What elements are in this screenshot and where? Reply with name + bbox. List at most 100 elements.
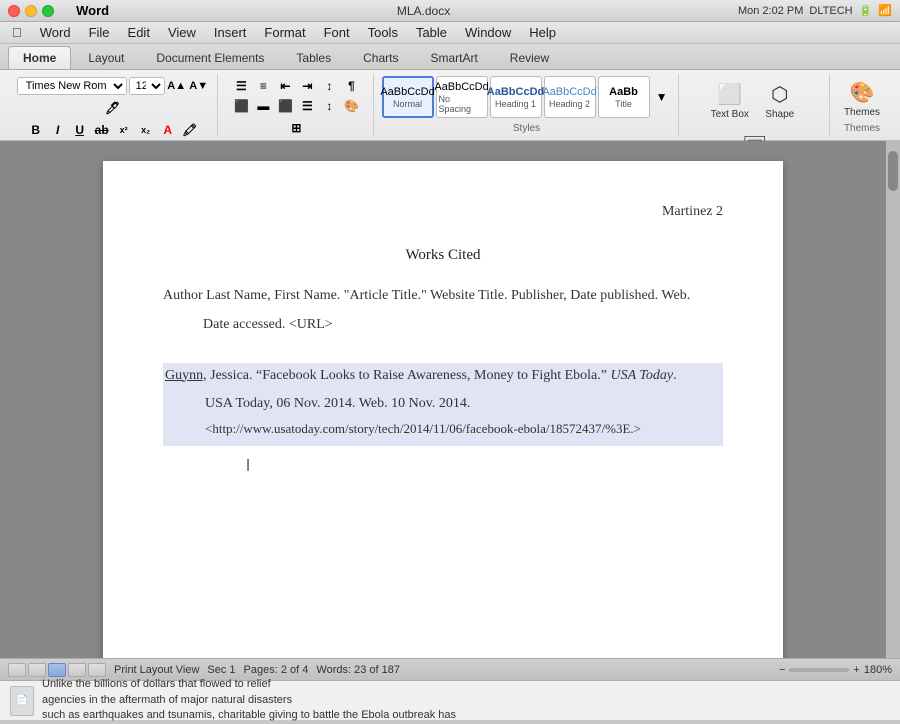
- shading-button[interactable]: 🎨: [341, 96, 361, 116]
- tab-smartart[interactable]: SmartArt: [415, 46, 492, 69]
- underline-button[interactable]: U: [70, 120, 90, 140]
- maximize-button[interactable]: [42, 5, 54, 17]
- text-box-icon: ⬜: [717, 82, 742, 107]
- tab-review[interactable]: Review: [495, 46, 564, 69]
- close-button[interactable]: [8, 5, 20, 17]
- username: DLTECH: [809, 5, 852, 17]
- font-color-button[interactable]: A: [158, 120, 178, 140]
- italic-button[interactable]: I: [48, 120, 68, 140]
- menu-edit[interactable]: Edit: [120, 23, 158, 42]
- indent-decrease-button[interactable]: ⇤: [275, 76, 295, 96]
- style-heading1-preview: AaBbCcDd: [487, 86, 544, 98]
- superscript-button[interactable]: x²: [114, 120, 134, 140]
- menu-window[interactable]: Window: [457, 23, 519, 42]
- words-label: Words: 23 of 187: [316, 664, 400, 676]
- ribbon-tabs: Home Layout Document Elements Tables Cha…: [0, 44, 900, 70]
- increase-font-size-button[interactable]: A▲: [167, 76, 187, 96]
- minimize-button[interactable]: [25, 5, 37, 17]
- styles-more-button[interactable]: ▼: [652, 87, 672, 107]
- style-heading2-label: Heading 2: [549, 99, 590, 109]
- bottom-panel-text: Unlike the billions of dollars that flow…: [42, 677, 456, 723]
- ribbon-group-styles: AaBbCcDd Normal AaBbCcDd No Spacing AaBb…: [376, 74, 679, 136]
- menu-view[interactable]: View: [160, 23, 204, 42]
- view-btn-2[interactable]: [28, 663, 46, 677]
- style-heading2[interactable]: AaBbCcDd Heading 2: [544, 76, 596, 118]
- numbering-button[interactable]: ≡: [253, 76, 273, 96]
- menu-font[interactable]: Font: [316, 23, 358, 42]
- tab-home[interactable]: Home: [8, 46, 71, 69]
- paragraph-controls-bottom: ⬛ ▬ ⬛ ☰ ↕ 🎨 ⊞: [226, 96, 366, 138]
- strikethrough-button[interactable]: ab: [92, 120, 112, 140]
- tab-layout[interactable]: Layout: [73, 46, 139, 69]
- line-spacing-button[interactable]: ↕: [319, 96, 339, 116]
- menu-file[interactable]: File: [81, 23, 118, 42]
- style-normal-preview: AaBbCcDd: [380, 86, 434, 98]
- citation-template-line1: Author Last Name, First Name. "Article T…: [163, 285, 723, 307]
- page-title: Works Cited: [163, 243, 723, 267]
- decrease-font-size-button[interactable]: A▼: [189, 76, 209, 96]
- menu-help[interactable]: Help: [521, 23, 564, 42]
- tab-tables[interactable]: Tables: [281, 46, 346, 69]
- font-format-buttons: B I U ab x² x₂ A 🖍: [26, 120, 200, 140]
- bold-button[interactable]: B: [26, 120, 46, 140]
- bullets-button[interactable]: ☰: [231, 76, 251, 96]
- indent-increase-button[interactable]: ⇥: [297, 76, 317, 96]
- style-no-spacing-label: No Spacing: [439, 94, 485, 114]
- citation1-author-underline: Guynn,: [165, 368, 207, 383]
- align-justify-button[interactable]: ☰: [297, 96, 317, 116]
- show-formatting-button[interactable]: ¶: [341, 76, 361, 96]
- shape-label: Shape: [765, 109, 794, 120]
- themes-group-label: Themes: [844, 123, 880, 134]
- menu-word[interactable]: Word: [32, 23, 79, 42]
- datetime: Mon 2:02 PM: [738, 5, 803, 17]
- zoom-slider[interactable]: [789, 668, 849, 672]
- document-page: Martinez 2 Works Cited Author Last Name,…: [103, 161, 783, 658]
- zoom-out-icon[interactable]: −: [779, 664, 785, 676]
- style-heading2-preview: AaBbCcDd: [542, 86, 596, 98]
- font-size-select[interactable]: 12: [129, 77, 165, 95]
- style-title[interactable]: AaBb Title: [598, 76, 650, 118]
- view-label: Print Layout View: [114, 664, 199, 676]
- view-btn-1[interactable]: [8, 663, 26, 677]
- zoom-in-icon[interactable]: +: [853, 664, 859, 676]
- tab-charts[interactable]: Charts: [348, 46, 413, 69]
- right-scrollbar[interactable]: [886, 141, 900, 658]
- menu-table[interactable]: Table: [408, 23, 455, 42]
- menu-insert[interactable]: Insert: [206, 23, 255, 42]
- menu-apple[interactable]: : [4, 23, 30, 42]
- font-family-select[interactable]: Times New Roman: [17, 77, 127, 95]
- view-btn-5[interactable]: [88, 663, 106, 677]
- style-no-spacing[interactable]: AaBbCcDd No Spacing: [436, 76, 488, 118]
- align-left-button[interactable]: ⬛: [231, 96, 251, 116]
- bottom-panel: 📄 Unlike the billions of dollars that fl…: [0, 680, 900, 720]
- tab-document-elements[interactable]: Document Elements: [141, 46, 279, 69]
- shape-button[interactable]: ⬡ Shape: [756, 76, 804, 126]
- menu-format[interactable]: Format: [256, 23, 313, 42]
- sort-button[interactable]: ↕: [319, 76, 339, 96]
- align-right-button[interactable]: ⬛: [275, 96, 295, 116]
- border-button[interactable]: ⊞: [286, 118, 306, 138]
- highlight-button[interactable]: 🖍: [180, 120, 200, 140]
- style-heading1[interactable]: AaBbCcDd Heading 1: [490, 76, 542, 118]
- themes-button[interactable]: 🎨 Themes: [838, 76, 886, 121]
- view-btn-print-layout[interactable]: [48, 663, 66, 677]
- text-box-button[interactable]: ⬜ Text Box: [706, 76, 754, 126]
- menu-tools[interactable]: Tools: [360, 23, 406, 42]
- style-title-label: Title: [615, 99, 632, 109]
- citation1-line2: USA Today, 06 Nov. 2014. Web. 10 Nov. 20…: [205, 393, 721, 415]
- align-center-button[interactable]: ▬: [253, 96, 273, 116]
- citation-template-line2: Date accessed. <URL>: [203, 314, 723, 336]
- style-no-spacing-preview: AaBbCcDd: [434, 81, 488, 93]
- ribbon-group-themes: 🎨 Themes Themes: [832, 74, 892, 136]
- view-btn-4[interactable]: [68, 663, 86, 677]
- citation1-line1-middle: Jessica. “Facebook Looks to Raise Awaren…: [207, 368, 611, 383]
- ribbon-group-insert: ⬜ Text Box ⬡ Shape 🖼 Picture Insert: [681, 74, 830, 136]
- paragraph-controls-top: ☰ ≡ ⇤ ⇥ ↕ ¶: [231, 76, 361, 96]
- style-normal[interactable]: AaBbCcDd Normal: [382, 76, 434, 118]
- document-scroll[interactable]: Martinez 2 Works Cited Author Last Name,…: [0, 141, 886, 658]
- themes-label: Themes: [844, 107, 880, 118]
- scrollbar-thumb[interactable]: [888, 151, 898, 191]
- clear-format-button[interactable]: 🖊: [103, 98, 123, 118]
- citation1-line1: Guynn, Jessica. “Facebook Looks to Raise…: [165, 365, 721, 387]
- subscript-button[interactable]: x₂: [136, 120, 156, 140]
